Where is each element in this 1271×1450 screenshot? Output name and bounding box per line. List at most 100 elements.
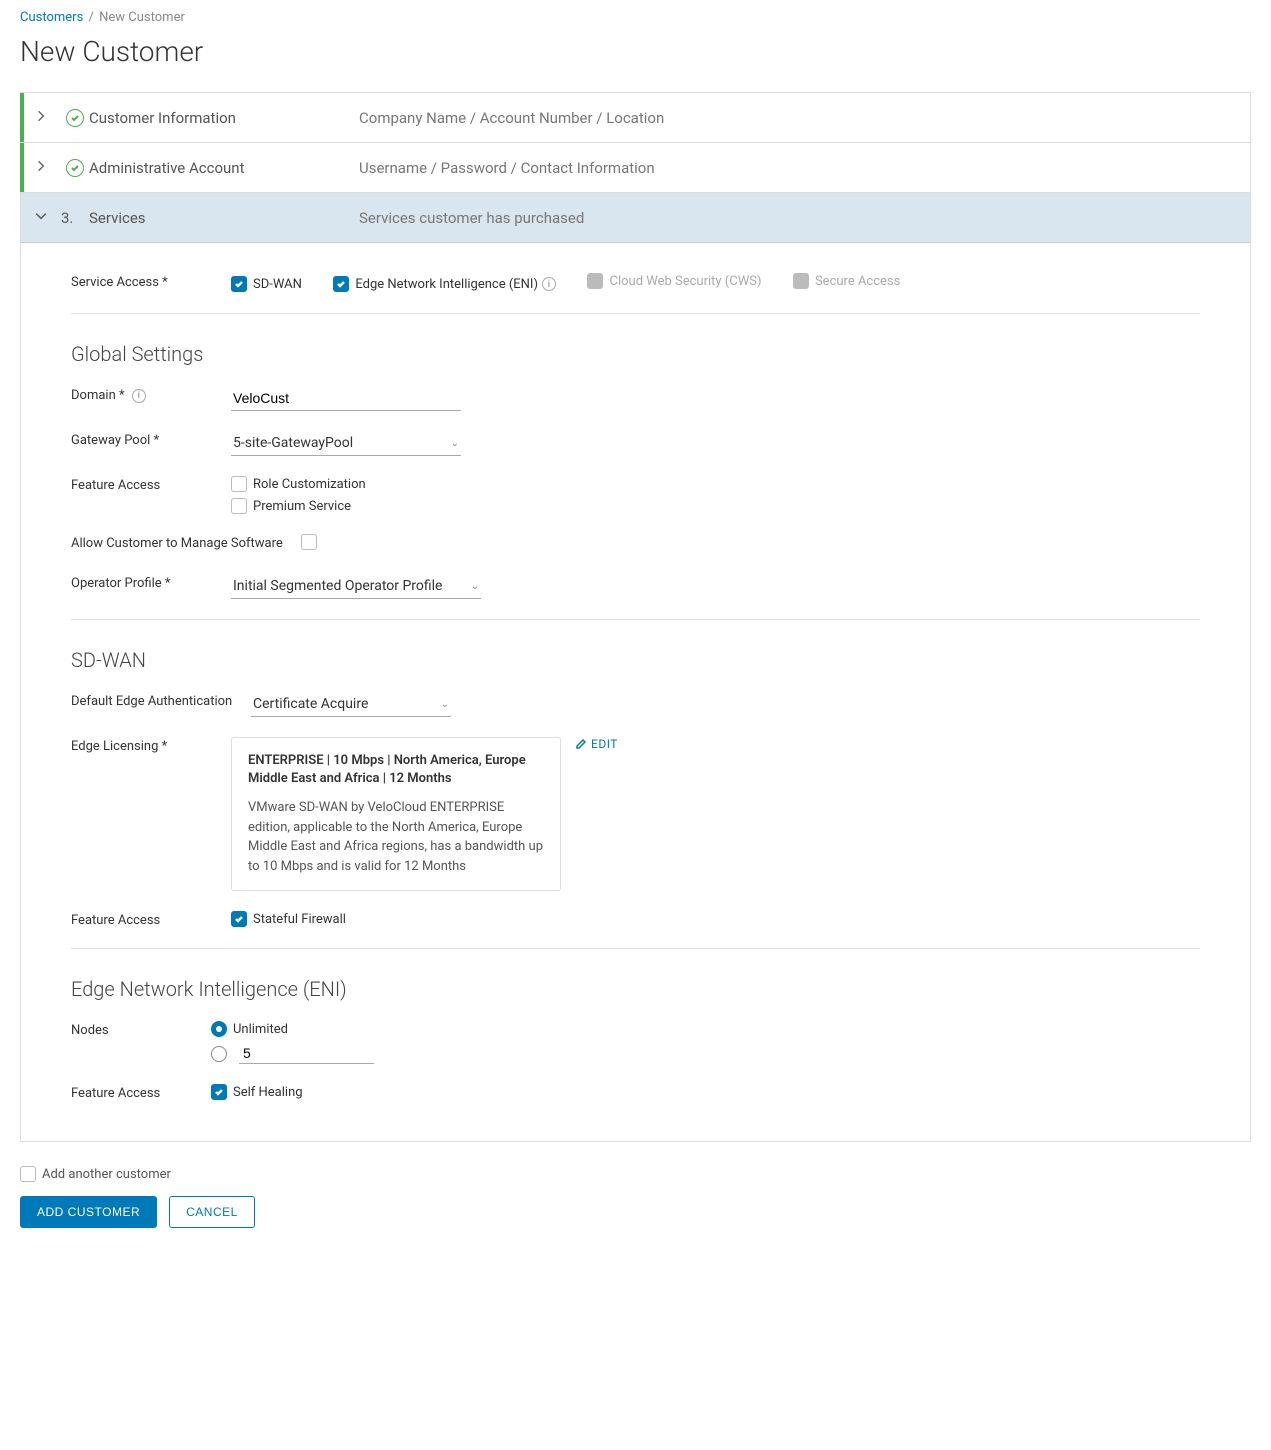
license-box: ENTERPRISE | 10 Mbps | North America, Eu… xyxy=(231,737,561,891)
checkbox-cws[interactable]: Cloud Web Security (CWS) xyxy=(587,273,761,289)
checkbox-icon xyxy=(231,911,247,927)
domain-row: Domain * i xyxy=(71,386,1200,411)
add-customer-button[interactable]: ADD CUSTOMER xyxy=(20,1196,157,1228)
pencil-icon xyxy=(575,738,587,750)
gateway-pool-select[interactable]: 5-site-GatewayPool ⌄ xyxy=(231,431,461,456)
sdwan-feature-access-row: Feature Access Stateful Firewall xyxy=(71,911,1200,928)
default-edge-auth-label: Default Edge Authentication xyxy=(71,692,251,709)
checkbox-label: Self Healing xyxy=(233,1085,303,1100)
checkbox-label: Role Customization xyxy=(253,477,366,492)
checkbox-label: Cloud Web Security (CWS) xyxy=(609,274,761,289)
info-icon[interactable]: i xyxy=(542,277,556,291)
global-settings-title: Global Settings xyxy=(71,342,1200,366)
step-label: Customer Information xyxy=(89,109,359,127)
radio-unlimited[interactable]: Unlimited xyxy=(211,1021,1200,1037)
checkbox-sdwan[interactable]: SD-WAN xyxy=(231,276,302,292)
breadcrumb-sep: / xyxy=(89,10,94,25)
checkbox-premium-service[interactable]: Premium Service xyxy=(231,498,1172,514)
radio-icon xyxy=(211,1021,227,1037)
chevron-down-icon xyxy=(21,210,61,225)
breadcrumb-root[interactable]: Customers xyxy=(20,10,83,25)
license-desc: VMware SD-WAN by VeloCloud ENTERPRISE ed… xyxy=(248,798,544,876)
checkbox-role-customization[interactable]: Role Customization xyxy=(231,476,1172,492)
add-another-row: Add another customer xyxy=(20,1166,1251,1182)
checkbox-label: Secure Access xyxy=(815,274,900,289)
checkbox-icon xyxy=(231,476,247,492)
operator-profile-select[interactable]: Initial Segmented Operator Profile ⌄ xyxy=(231,574,481,599)
select-value: Initial Segmented Operator Profile xyxy=(233,578,442,594)
nodes-input[interactable] xyxy=(239,1043,374,1064)
service-access-label: Service Access * xyxy=(71,273,231,290)
feature-access-label: Feature Access xyxy=(71,476,231,493)
wizard-panel: Customer Information Company Name / Acco… xyxy=(20,92,1251,1142)
checkbox-icon xyxy=(211,1084,227,1100)
checkbox-label: Stateful Firewall xyxy=(253,912,346,927)
button-row: ADD CUSTOMER CANCEL xyxy=(20,1196,1251,1228)
operator-profile-row: Operator Profile * Initial Segmented Ope… xyxy=(71,574,1200,599)
default-edge-auth-row: Default Edge Authentication Certificate … xyxy=(71,692,1200,717)
checkbox-icon xyxy=(231,498,247,514)
eni-feature-access-row: Feature Access Self Healing xyxy=(71,1084,1200,1101)
checkbox-add-another[interactable]: Add another customer xyxy=(20,1166,171,1182)
feature-access-label: Feature Access xyxy=(71,1084,211,1101)
select-value: Certificate Acquire xyxy=(253,696,368,712)
allow-manage-row: Allow Customer to Manage Software xyxy=(71,534,1200,554)
domain-input[interactable] xyxy=(231,386,461,411)
step-number: 3. xyxy=(61,209,89,227)
checkbox-secure-access[interactable]: Secure Access xyxy=(793,273,900,289)
license-title: ENTERPRISE | 10 Mbps | North America, Eu… xyxy=(248,752,544,788)
edit-license-button[interactable]: EDIT xyxy=(575,737,618,751)
divider xyxy=(71,313,1200,314)
sdwan-title: SD-WAN xyxy=(71,648,1200,672)
domain-label: Domain * i xyxy=(71,386,231,403)
breadcrumb: Customers / New Customer xyxy=(20,10,1251,25)
breadcrumb-current: New Customer xyxy=(99,10,185,25)
checkbox-icon xyxy=(20,1166,36,1182)
nodes-row: Nodes Unlimited xyxy=(71,1021,1200,1064)
step-desc: Services customer has purchased xyxy=(359,209,584,227)
checkbox-icon xyxy=(301,534,317,550)
radio-custom-nodes[interactable] xyxy=(211,1043,1200,1064)
chevron-right-icon xyxy=(21,110,61,125)
global-feature-access-row: Feature Access Role Customization Premiu… xyxy=(71,476,1200,514)
step-body: Service Access * SD-WAN Edge Network Int… xyxy=(21,243,1250,1141)
step-desc: Username / Password / Contact Informatio… xyxy=(359,159,655,177)
checkbox-label: SD-WAN xyxy=(253,277,302,292)
divider xyxy=(71,619,1200,620)
checkbox-icon xyxy=(587,273,603,289)
step-customer-info[interactable]: Customer Information Company Name / Acco… xyxy=(21,93,1250,143)
step-services[interactable]: 3. Services Services customer has purcha… xyxy=(21,193,1250,243)
step-label: Services xyxy=(89,209,359,227)
checkbox-label: Edge Network Intelligence (ENI) xyxy=(355,277,538,292)
checkbox-icon xyxy=(793,273,809,289)
check-icon xyxy=(61,109,89,127)
service-access-options: SD-WAN Edge Network Intelligence (ENI) i… xyxy=(231,273,1200,293)
step-admin-account[interactable]: Administrative Account Username / Passwo… xyxy=(21,143,1250,193)
default-edge-auth-select[interactable]: Certificate Acquire ⌄ xyxy=(251,692,451,717)
checkbox-eni[interactable]: Edge Network Intelligence (ENI) i xyxy=(333,276,556,292)
radio-icon xyxy=(211,1046,227,1062)
checkbox-self-healing[interactable]: Self Healing xyxy=(211,1084,303,1100)
gateway-pool-row: Gateway Pool * 5-site-GatewayPool ⌄ xyxy=(71,431,1200,456)
chevron-down-icon: ⌄ xyxy=(471,581,479,592)
operator-profile-label: Operator Profile * xyxy=(71,574,231,591)
checkbox-icon xyxy=(231,276,247,292)
service-access-row: Service Access * SD-WAN Edge Network Int… xyxy=(71,273,1200,293)
cancel-button[interactable]: CANCEL xyxy=(169,1196,255,1228)
chevron-right-icon xyxy=(21,160,61,175)
checkbox-label: Premium Service xyxy=(253,499,351,514)
info-icon[interactable]: i xyxy=(132,389,146,403)
checkbox-allow-manage[interactable] xyxy=(301,534,323,550)
checkbox-stateful-firewall[interactable]: Stateful Firewall xyxy=(231,911,346,927)
nodes-label: Nodes xyxy=(71,1021,211,1038)
checkbox-icon xyxy=(333,276,349,292)
radio-label: Unlimited xyxy=(233,1022,288,1037)
feature-access-label: Feature Access xyxy=(71,911,231,928)
check-icon xyxy=(61,159,89,177)
edit-label: EDIT xyxy=(591,737,618,751)
edge-licensing-row: Edge Licensing * ENTERPRISE | 10 Mbps | … xyxy=(71,737,1200,891)
chevron-down-icon: ⌄ xyxy=(451,438,459,449)
chevron-down-icon: ⌄ xyxy=(441,699,449,710)
eni-title: Edge Network Intelligence (ENI) xyxy=(71,977,1200,1001)
divider xyxy=(71,948,1200,949)
